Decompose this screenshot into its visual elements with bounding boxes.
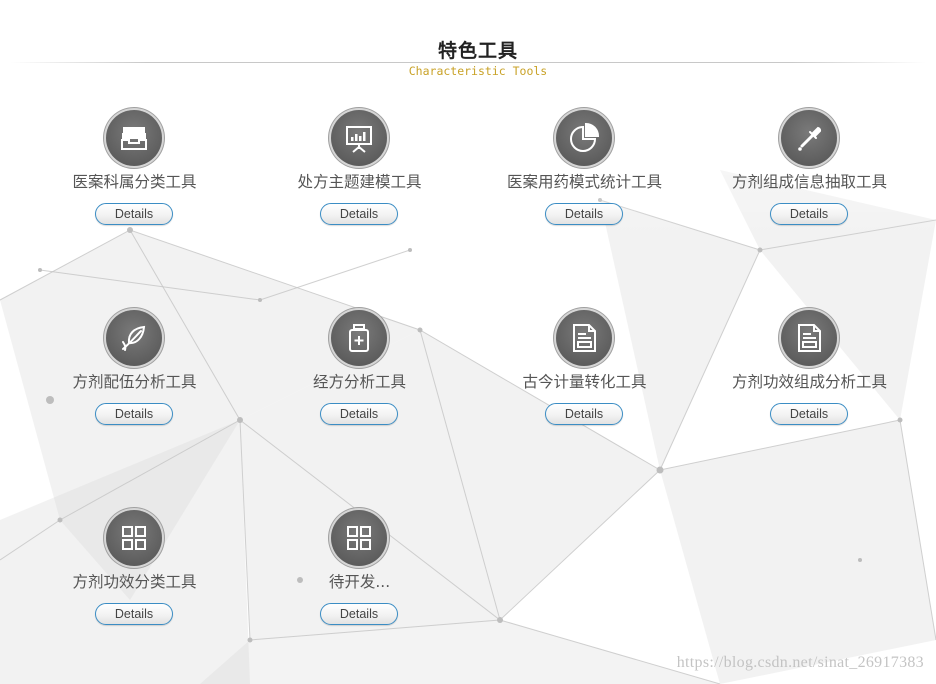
grid-four-icon[interactable] <box>331 510 387 566</box>
page-title: 特色工具 <box>437 40 518 62</box>
details-button[interactable]: Details <box>320 603 398 625</box>
details-button[interactable]: Details <box>545 403 623 425</box>
presentation-board-icon[interactable] <box>331 110 387 166</box>
details-button[interactable]: Details <box>95 203 173 225</box>
tool-name: 方剂功效组成分析工具 <box>731 373 887 391</box>
tool-name: 方剂组成信息抽取工具 <box>731 173 887 191</box>
tool-card: 方剂组成信息抽取工具 Details <box>697 110 922 240</box>
details-button[interactable]: Details <box>320 403 398 425</box>
dropper-icon[interactable] <box>781 110 837 166</box>
tool-card: 待开发... Details <box>247 510 472 640</box>
details-button[interactable]: Details <box>545 203 623 225</box>
tool-card: 医案用药模式统计工具 Details <box>472 110 697 240</box>
grid-four-icon[interactable] <box>106 510 162 566</box>
tool-card: 医案科属分类工具 Details <box>22 110 247 240</box>
details-button[interactable]: Details <box>770 403 848 425</box>
inbox-tray-icon[interactable] <box>106 110 162 166</box>
details-button[interactable]: Details <box>95 603 173 625</box>
details-button[interactable]: Details <box>320 203 398 225</box>
page-subtitle: Characteristic Tools <box>408 64 548 78</box>
tool-card: 方剂配伍分析工具 Details <box>22 310 247 440</box>
tool-card: 方剂功效分类工具 Details <box>22 510 247 640</box>
medicine-bottle-icon[interactable] <box>331 310 387 366</box>
title-divider <box>10 62 926 63</box>
watermark-url: https://blog.csdn.net/sinat_26917383 <box>676 654 924 671</box>
section-header: 特色工具 Characteristic Tools <box>0 0 936 90</box>
tool-card: 处方主题建模工具 Details <box>247 110 472 240</box>
document-icon[interactable] <box>781 310 837 366</box>
tool-name: 待开发... <box>328 573 391 591</box>
leaf-feather-icon[interactable] <box>106 310 162 366</box>
details-button[interactable]: Details <box>770 203 848 225</box>
tool-card: 经方分析工具 Details <box>247 310 472 440</box>
details-button[interactable]: Details <box>95 403 173 425</box>
tool-card: 方剂功效组成分析工具 Details <box>697 310 922 440</box>
tool-card: 古今计量转化工具 Details <box>472 310 697 440</box>
pie-chart-icon[interactable] <box>556 110 612 166</box>
document-icon[interactable] <box>556 310 612 366</box>
